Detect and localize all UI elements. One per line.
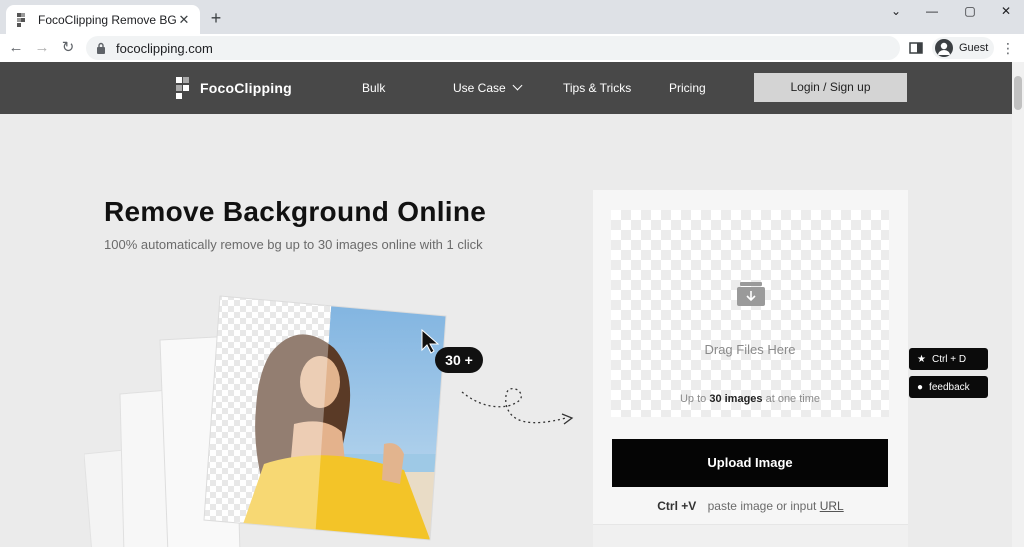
page-scrollbar[interactable] (1012, 62, 1024, 547)
fococlipping-favicon-icon (17, 12, 25, 27)
star-icon: ★ (917, 353, 926, 365)
limit-suffix: at one time (765, 393, 821, 405)
logo-mark-icon (176, 77, 189, 99)
browser-tab-bar: FocoClipping Remove BG | Fre ✕ + ⌄ — ▢ ✕ (0, 0, 1024, 34)
upload-panel: Drag Files Here Up to 30 images at one t… (593, 190, 908, 547)
download-tray-icon (737, 282, 765, 306)
close-window-button[interactable]: ✕ (988, 0, 1024, 22)
chat-bubble-icon: ● (917, 381, 924, 393)
nav-tips-tricks[interactable]: Tips & Tricks (563, 81, 631, 95)
upload-image-button[interactable]: Upload Image (612, 439, 888, 487)
url-link[interactable]: URL (820, 499, 844, 513)
bookmark-shortcut-label: Ctrl + D (931, 353, 967, 365)
nav-use-case-label: Use Case (453, 81, 506, 95)
site-logo[interactable]: FocoClipping (176, 77, 292, 99)
maximize-window-button[interactable]: ▢ (952, 0, 988, 22)
page-title: Remove Background Online (104, 196, 487, 227)
address-bar[interactable]: fococlipping.com (86, 36, 900, 60)
feedback-label: feedback (929, 381, 970, 393)
tab-title: FocoClipping Remove BG | Fre (38, 12, 176, 27)
paste-shortcut: Ctrl +V (657, 499, 697, 513)
url-text: fococlipping.com (116, 40, 213, 56)
feedback-button[interactable]: ● feedback (909, 376, 988, 398)
tab-close-icon[interactable]: ✕ (176, 12, 192, 28)
limit-prefix: Up to (679, 393, 707, 405)
paste-hint: Ctrl +V paste image or input URL (593, 499, 908, 513)
nav-use-case[interactable]: Use Case (453, 80, 523, 95)
upload-limit-text: Up to 30 images at one time (611, 393, 889, 405)
minimize-window-button[interactable]: — (914, 0, 950, 22)
nav-bulk[interactable]: Bulk (362, 81, 385, 95)
tab-search-icon[interactable]: ⌄ (878, 0, 914, 22)
scrollbar-thumb[interactable] (1014, 76, 1022, 110)
reload-button[interactable]: ↻ (58, 38, 78, 58)
thirty-plus-badge: 30 + (435, 347, 483, 373)
logo-text: FocoClipping (200, 80, 292, 96)
drag-files-text: Drag Files Here (704, 342, 796, 357)
site-header: FocoClipping Bulk Use Case Tips & Tricks… (0, 62, 1012, 114)
forward-button[interactable]: → (32, 38, 52, 58)
panel-footer-strip (593, 524, 908, 547)
new-tab-button[interactable]: + (206, 8, 226, 28)
paste-text: paste image or input (707, 499, 817, 513)
login-signup-button[interactable]: Login / Sign up (754, 73, 907, 102)
browser-toolbar: ← → ↻ fococlipping.com Guest ⋮ (0, 34, 1024, 62)
browser-menu-icon[interactable]: ⋮ (1000, 38, 1016, 58)
page-viewport: FocoClipping Bulk Use Case Tips & Tricks… (0, 62, 1024, 547)
lock-icon (97, 42, 105, 54)
curly-arrow-icon (461, 387, 574, 425)
browser-tab[interactable]: FocoClipping Remove BG | Fre ✕ (6, 5, 200, 34)
page-subtitle: 100% automatically remove bg up to 30 im… (104, 237, 483, 252)
limit-count: 30 images (709, 393, 763, 405)
bookmark-shortcut-button[interactable]: ★ Ctrl + D (909, 348, 988, 370)
profile-label: Guest (959, 42, 989, 54)
back-button[interactable]: ← (6, 38, 26, 58)
avatar-icon (935, 39, 953, 57)
profile-button[interactable]: Guest (932, 37, 994, 59)
nav-pricing[interactable]: Pricing (669, 81, 706, 95)
side-panel-icon[interactable] (908, 40, 924, 56)
drop-zone[interactable]: Drag Files Here Up to 30 images at one t… (611, 210, 889, 417)
chevron-down-icon (512, 80, 523, 91)
